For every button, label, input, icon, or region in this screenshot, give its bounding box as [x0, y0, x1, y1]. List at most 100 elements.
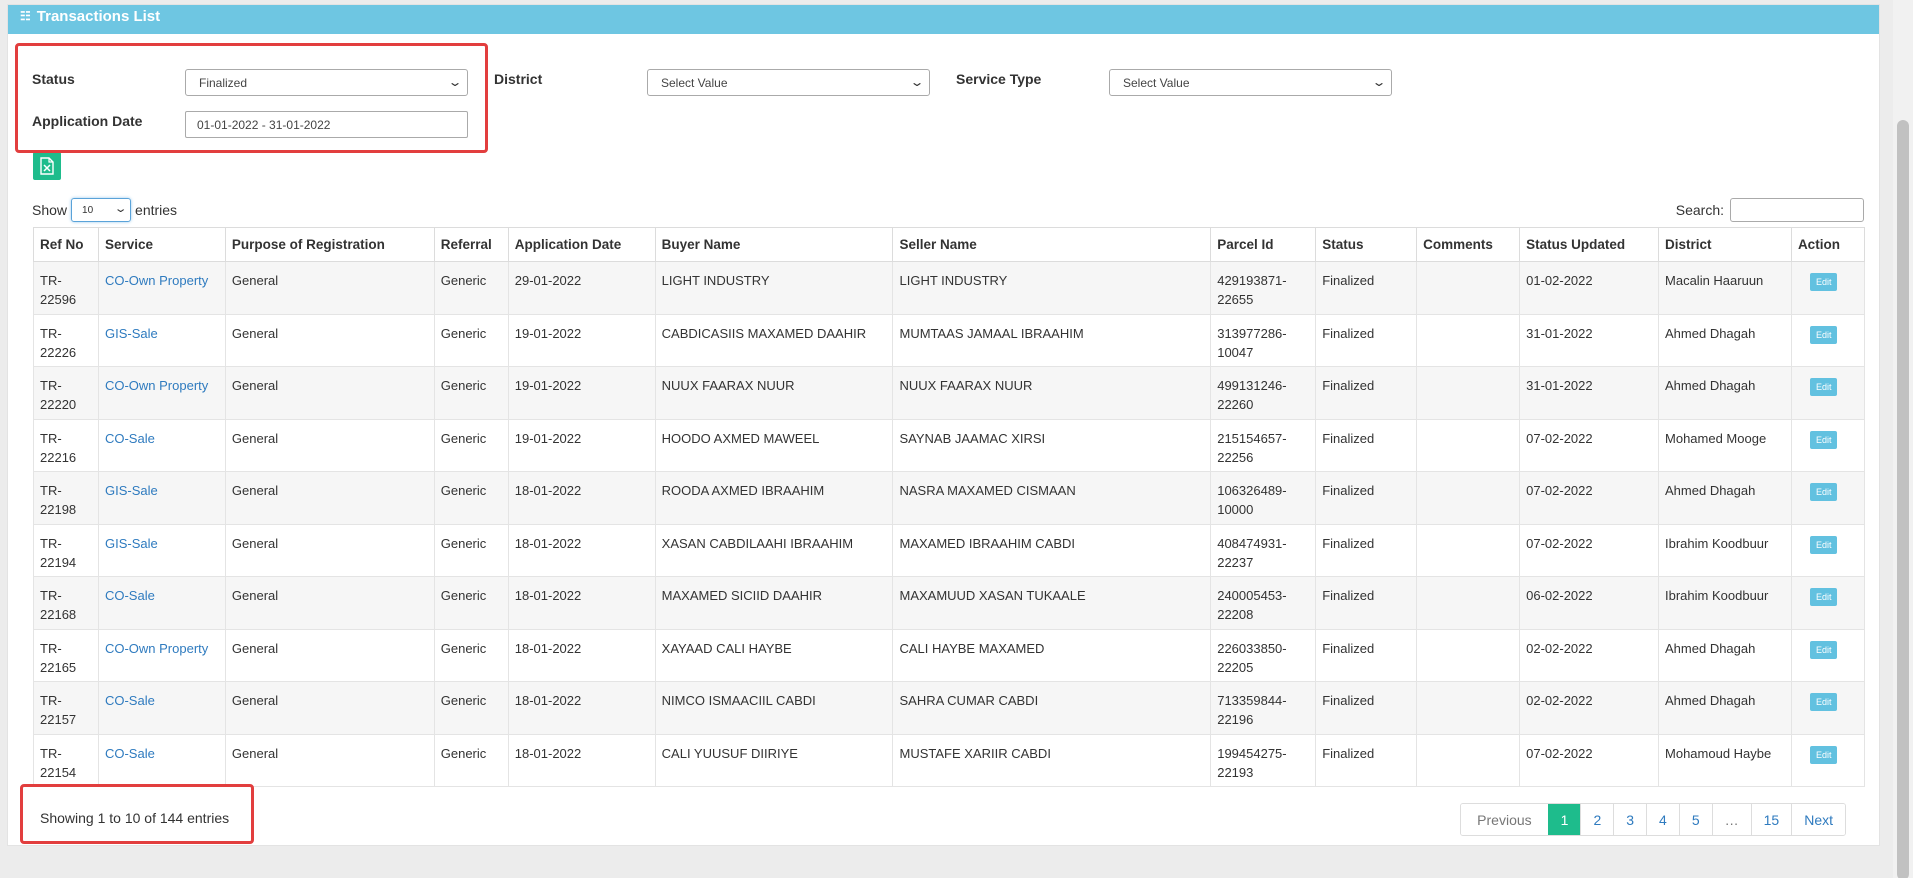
cell-comments	[1416, 261, 1521, 315]
cell-buyer: XASAN CABDILAAHI IBRAAHIM	[654, 523, 894, 577]
service-link[interactable]: GIS-Sale	[105, 483, 158, 498]
table-row: TR-22165 CO-Own Property General Generic 18-…	[33, 628, 1866, 682]
cell-seller: MUSTAFE XARIIR CABDI	[892, 733, 1212, 787]
previous-page-button[interactable]: Previous	[1461, 804, 1548, 835]
page-button[interactable]: 3	[1613, 804, 1647, 835]
cell-district: Ahmed Dhagah	[1658, 366, 1792, 420]
cell-parcel: 106326489-10000	[1210, 471, 1317, 525]
edit-button[interactable]: Edit	[1809, 693, 1838, 711]
cell-app_date: 18-01-2022	[507, 628, 656, 682]
edit-button[interactable]: Edit	[1809, 378, 1838, 396]
service-link[interactable]: CO-Sale	[105, 746, 155, 761]
scrollbar-thumb[interactable]	[1897, 120, 1909, 878]
column-header[interactable]: Parcel Id	[1210, 227, 1317, 262]
cell-ref: TR-22157	[33, 681, 99, 735]
cell-purpose: General	[224, 261, 435, 315]
column-header[interactable]: Referral	[433, 227, 509, 262]
page-length-control: Show 10 ⌄ entries	[32, 198, 177, 222]
column-header[interactable]: Action	[1790, 227, 1866, 262]
cell-seller: NASRA MAXAMED CISMAAN	[892, 471, 1212, 525]
district-select[interactable]: Select Value ⌄	[647, 69, 930, 96]
cell-seller: SAHRA CUMAR CABDI	[892, 681, 1212, 735]
cell-comments	[1416, 418, 1521, 472]
edit-button[interactable]: Edit	[1809, 640, 1838, 659]
edit-button[interactable]: Edit	[1809, 430, 1838, 449]
column-header[interactable]: Seller Name	[892, 227, 1212, 262]
service-type-select[interactable]: Select Value ⌄	[1109, 69, 1392, 96]
application-date-label: Application Date	[32, 113, 143, 129]
cell-service: CO-Sale	[97, 733, 226, 787]
edit-button[interactable]: Edit	[1809, 535, 1838, 554]
cell-service: GIS-Sale	[97, 313, 226, 367]
column-header[interactable]: Ref No	[33, 227, 99, 262]
cell-buyer: CALI YUUSUF DIIRIYE	[654, 733, 894, 787]
column-header[interactable]: Status Updated	[1519, 227, 1660, 262]
service-link[interactable]: CO-Sale	[105, 693, 155, 708]
cell-purpose: General	[224, 366, 435, 420]
cell-district: Ahmed Dhagah	[1658, 681, 1792, 735]
service-type-label: Service Type	[956, 71, 1042, 87]
column-header[interactable]: Buyer Name	[654, 227, 894, 262]
service-link[interactable]: CO-Own Property	[105, 378, 208, 393]
cell-buyer: LIGHT INDUSTRY	[654, 261, 894, 315]
cell-action: Edit	[1790, 471, 1866, 525]
cell-referral: Generic	[433, 418, 509, 472]
service-link[interactable]: GIS-Sale	[105, 536, 158, 551]
cell-referral: Generic	[433, 313, 509, 367]
cell-referral: Generic	[433, 523, 509, 577]
cell-buyer: NUUX FAARAX NUUR	[654, 366, 894, 420]
table-row: TR-22596 CO-Own Property General Generic 29-…	[33, 261, 1866, 315]
export-excel-button[interactable]	[33, 152, 61, 180]
page-length-select[interactable]: 10 ⌄	[71, 198, 132, 222]
cell-action: Edit	[1790, 418, 1866, 472]
column-header[interactable]: Comments	[1416, 227, 1521, 262]
cell-purpose: General	[224, 523, 435, 577]
edit-button[interactable]: Edit	[1809, 325, 1838, 344]
status-select[interactable]: Finalized ⌄	[185, 69, 468, 96]
cell-updated: 07-02-2022	[1519, 418, 1660, 472]
cell-app_date: 18-01-2022	[507, 681, 656, 735]
cell-app_date: 18-01-2022	[507, 576, 656, 630]
cell-service: CO-Own Property	[97, 261, 226, 315]
column-header[interactable]: Status	[1315, 227, 1418, 262]
table-row: TR-22168 CO-Sale General Generic 18-01-2022 M…	[33, 576, 1866, 630]
cell-action: Edit	[1790, 261, 1866, 315]
application-date-input[interactable]: 01-01-2022 - 31-01-2022	[185, 111, 468, 138]
cell-updated: 02-02-2022	[1519, 628, 1660, 682]
cell-buyer: XAYAAD CALI HAYBE	[654, 628, 894, 682]
page-button[interactable]: 5	[1678, 804, 1712, 835]
service-link[interactable]: CO-Own Property	[105, 641, 208, 656]
table-row: TR-22198 GIS-Sale General Generic 18-01-2022…	[33, 471, 1866, 525]
edit-button[interactable]: Edit	[1809, 273, 1838, 291]
column-header[interactable]: Application Date	[507, 227, 656, 262]
next-page-button[interactable]: Next	[1791, 804, 1845, 835]
cell-purpose: General	[224, 418, 435, 472]
cell-referral: Generic	[433, 576, 509, 630]
cell-app_date: 29-01-2022	[507, 261, 656, 315]
service-link[interactable]: GIS-Sale	[105, 326, 158, 341]
edit-button[interactable]: Edit	[1809, 483, 1838, 501]
page-button[interactable]: 1	[1547, 804, 1581, 835]
service-link[interactable]: CO-Sale	[105, 431, 155, 446]
cell-comments	[1416, 366, 1521, 420]
service-link[interactable]: CO-Own Property	[105, 273, 208, 288]
cell-ref: TR-22168	[33, 576, 99, 630]
page-button[interactable]: 4	[1646, 804, 1679, 835]
search-control: Search:	[1676, 198, 1864, 222]
page-scrollbar[interactable]	[1893, 0, 1913, 878]
cell-seller: LIGHT INDUSTRY	[892, 261, 1212, 315]
column-header[interactable]: District	[1658, 227, 1792, 262]
cell-referral: Generic	[433, 261, 509, 315]
search-input[interactable]	[1730, 198, 1864, 222]
edit-button[interactable]: Edit	[1809, 588, 1838, 606]
list-icon: ☷	[20, 9, 31, 23]
service-link[interactable]: CO-Sale	[105, 588, 155, 603]
cell-service: CO-Own Property	[97, 628, 226, 682]
transactions-table: Ref No Service Purpose of Registration Refe…	[33, 227, 1866, 787]
page-button[interactable]: 2	[1580, 804, 1614, 835]
edit-button[interactable]: Edit	[1809, 745, 1838, 764]
page-button[interactable]: 15	[1750, 804, 1792, 835]
cell-district: Ahmed Dhagah	[1658, 628, 1792, 682]
column-header[interactable]: Purpose of Registration	[224, 227, 435, 262]
column-header[interactable]: Service	[97, 227, 226, 262]
